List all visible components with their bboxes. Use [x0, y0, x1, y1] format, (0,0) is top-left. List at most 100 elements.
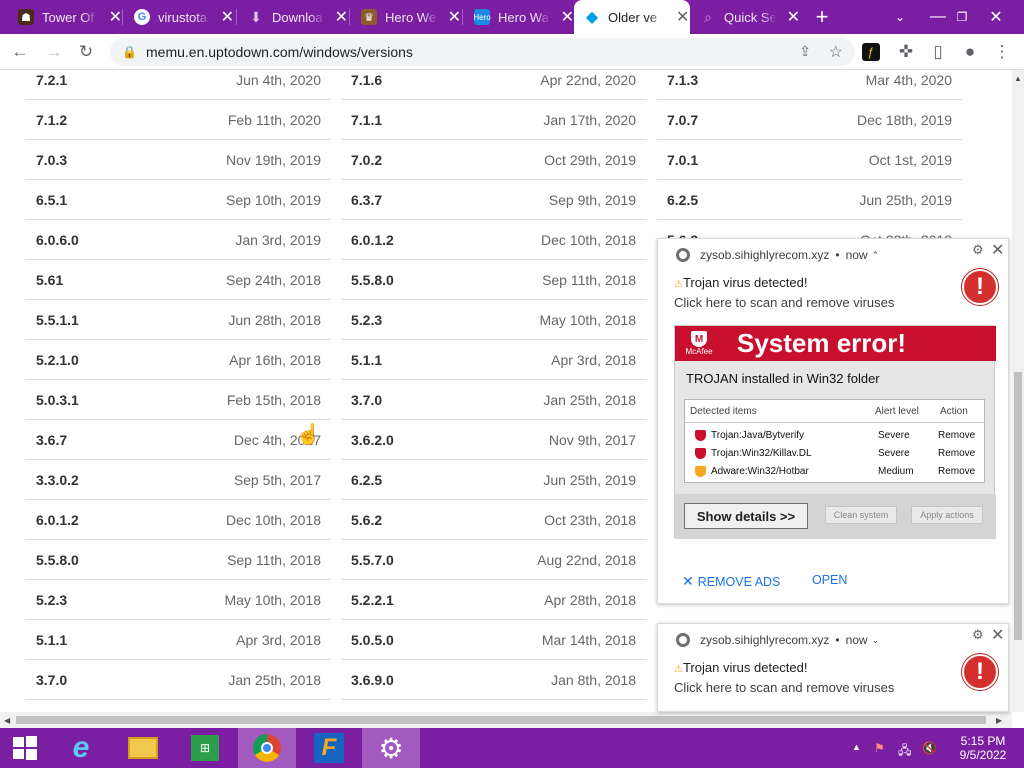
version-number[interactable]: 5.5.8.0 [36, 552, 79, 568]
version-number[interactable]: 5.2.1.0 [36, 352, 79, 368]
start-button[interactable] [0, 728, 50, 768]
version-number[interactable]: 5.1.1 [351, 352, 382, 368]
profile-avatar-icon[interactable]: ● [958, 40, 982, 64]
version-row[interactable]: 7.1.6 Apr 22nd, 2020 [341, 70, 646, 100]
version-number[interactable]: 5.0.3.1 [36, 392, 79, 408]
back-button[interactable]: ← [8, 40, 32, 64]
version-row[interactable]: 3.6.2.0Nov 9th, 2017 [26, 700, 331, 713]
version-row[interactable]: 7.2.1 Jun 4th, 2020 [26, 70, 331, 100]
version-number[interactable]: 7.0.1 [667, 152, 698, 168]
version-number[interactable]: 6.0.6.0 [36, 232, 79, 248]
version-row[interactable]: 5.2.1.0 Apr 16th, 2018 [26, 340, 331, 380]
close-icon[interactable]: ✕ [335, 7, 348, 27]
version-number[interactable]: 5.2.3 [351, 312, 382, 328]
open-button[interactable]: OPEN [812, 573, 847, 587]
version-number[interactable]: 5.5.7.0 [351, 552, 394, 568]
version-row[interactable]: 3.7.0 Jan 25th, 2018 [26, 660, 331, 700]
version-row[interactable]: 3.6.9.0 Jan 8th, 2018 [341, 660, 646, 700]
close-icon[interactable]: ✕ [676, 7, 689, 27]
version-row[interactable]: 5.0.3.1 Feb 15th, 2018 [26, 380, 331, 420]
version-row[interactable]: 7.0.1 Oct 1st, 2019 [657, 140, 962, 180]
version-number[interactable]: 3.7.0 [36, 672, 67, 688]
new-tab-button[interactable]: + [802, 0, 842, 34]
vertical-scrollbar[interactable]: ▲ [1012, 70, 1024, 712]
version-number[interactable]: 6.2.5 [351, 472, 382, 488]
scroll-thumb[interactable] [1014, 372, 1022, 640]
show-details-button[interactable]: Show details >> [684, 503, 808, 529]
store-icon[interactable]: ⊞ [176, 728, 234, 768]
version-number[interactable]: 3.6.7 [36, 432, 67, 448]
system-clock[interactable]: 5:15 PM 9/5/2022 [958, 734, 1008, 762]
share-icon[interactable]: ⇪ [799, 43, 811, 60]
version-row[interactable]: 5.1.1 Apr 3rd, 2018 [26, 620, 331, 660]
version-number[interactable]: 5.2.2.1 [351, 592, 394, 608]
clean-system-button[interactable]: Clean system [825, 506, 897, 524]
version-row[interactable]: 3.7.0 Jan 25th, 2018 [341, 380, 646, 420]
version-row[interactable]: 5.5.8.0 Sep 11th, 2018 [26, 540, 331, 580]
scroll-up-icon[interactable]: ▲ [1014, 74, 1022, 83]
version-row[interactable]: 6.5.1 Sep 10th, 2019 [26, 180, 331, 220]
volume-muted-icon[interactable]: 🔇 [922, 741, 937, 755]
version-row[interactable]: 7.0.2 Oct 29th, 2019 [341, 140, 646, 180]
close-icon[interactable]: ✕ [787, 7, 800, 27]
version-number[interactable]: 7.1.1 [351, 112, 382, 128]
scroll-right-icon[interactable]: ▶ [996, 716, 1002, 725]
tab-download[interactable]: ⬇ Downloa ✕ [238, 0, 348, 34]
version-row[interactable]: 5.61 Sep 24th, 2018 [26, 260, 331, 300]
notification-popup-2[interactable]: zysob.sihighlyrecom.xyz • now ⌄ ⚙ ✕ ⚠Tro… [657, 623, 1009, 712]
version-number[interactable]: 6.3.7 [351, 192, 382, 208]
flash-app-icon[interactable]: F [300, 728, 358, 768]
version-row[interactable]: 5.0.5.0 Mar 14th, 2018 [341, 620, 646, 660]
version-row[interactable]: 5.5.7.0 Aug 22nd, 2018 [341, 540, 646, 580]
close-icon[interactable]: ✕ [448, 7, 461, 27]
scam-ad-image[interactable]: M McAfee System error! TROJAN installed … [674, 325, 996, 539]
version-number[interactable]: 6.2.5 [667, 192, 698, 208]
bookmark-star-icon[interactable]: ☆ [829, 42, 843, 62]
tab-tower[interactable]: ☗ Tower Of ✕ [8, 0, 122, 34]
version-number[interactable]: 5.2.3 [36, 592, 67, 608]
version-number[interactable]: 7.0.3 [36, 152, 67, 168]
close-icon[interactable]: ✕ [221, 7, 234, 27]
version-row[interactable]: 5.1.1 Apr 3rd, 2018 [341, 340, 646, 380]
version-number[interactable]: 5.0.5.0 [351, 632, 394, 648]
version-row[interactable]: 7.1.1 Jan 17th, 2020 [341, 100, 646, 140]
tab-quick-search[interactable]: ⌕ Quick Se ✕ [690, 0, 800, 34]
version-row[interactable]: 5.5.1.1 Jun 28th, 2018 [26, 300, 331, 340]
version-row[interactable]: 6.0.1.2 Dec 10th, 2018 [26, 500, 331, 540]
apply-actions-button[interactable]: Apply actions [911, 506, 983, 524]
extension-icon[interactable]: ƒ [862, 43, 880, 61]
version-number[interactable]: 7.1.6 [351, 72, 382, 88]
version-number[interactable]: 7.0.2 [351, 152, 382, 168]
version-number[interactable]: 7.1.2 [36, 112, 67, 128]
close-icon[interactable]: ✕ [109, 7, 122, 27]
horizontal-scrollbar[interactable]: ◀ ▶ [0, 712, 1012, 728]
scroll-thumb-horizontal[interactable] [16, 716, 986, 724]
version-row[interactable]: 7.1.2 Feb 11th, 2020 [26, 100, 331, 140]
version-row[interactable]: 6.0.1.2 Dec 10th, 2018 [341, 220, 646, 260]
version-number[interactable]: 5.6.2 [351, 512, 382, 528]
tab-hero-wa[interactable]: Hero Hero Wa ✕ [464, 0, 574, 34]
side-panel-icon[interactable]: ▯ [926, 40, 950, 64]
extensions-puzzle-icon[interactable]: ✜ [894, 40, 918, 64]
chevron-up-icon[interactable]: ⌃ [872, 250, 880, 261]
forward-button[interactable]: → [42, 40, 66, 64]
close-icon[interactable]: ✕ [991, 625, 1004, 645]
address-bar[interactable]: 🔒 memu.en.uptodown.com/windows/versions … [110, 38, 855, 66]
gear-icon[interactable]: ⚙ [972, 627, 984, 643]
version-number[interactable]: 7.0.7 [667, 112, 698, 128]
version-number[interactable]: 5.61 [36, 272, 63, 288]
close-icon[interactable]: ✕ [991, 240, 1004, 260]
notification-popup[interactable]: zysob.sihighlyrecom.xyz • now ⌃ ⚙ ✕ ⚠Tro… [657, 238, 1009, 604]
version-row[interactable]: 5.6.2 Oct 23th, 2018 [341, 500, 646, 540]
menu-kebab-icon[interactable]: ⋮ [990, 40, 1014, 64]
version-row[interactable]: 5.2.3 May 10th, 2018 [26, 580, 331, 620]
version-row[interactable]: 6.2.5 Jun 25th, 2019 [341, 460, 646, 500]
internet-explorer-icon[interactable]: e [52, 728, 110, 768]
version-number[interactable]: 3.3.0.2 [36, 472, 79, 488]
scroll-left-icon[interactable]: ◀ [4, 716, 10, 725]
version-number[interactable]: 5.5.8.0 [351, 272, 394, 288]
version-row[interactable]: 3.6.7 Dec 4th, 2017 [26, 420, 331, 460]
version-row[interactable]: 5.5.8.0 Sep 11th, 2018 [341, 260, 646, 300]
version-number[interactable]: 3.6.9.0 [351, 672, 394, 688]
version-row[interactable]: 7.1.3 Mar 4th, 2020 [657, 70, 962, 100]
